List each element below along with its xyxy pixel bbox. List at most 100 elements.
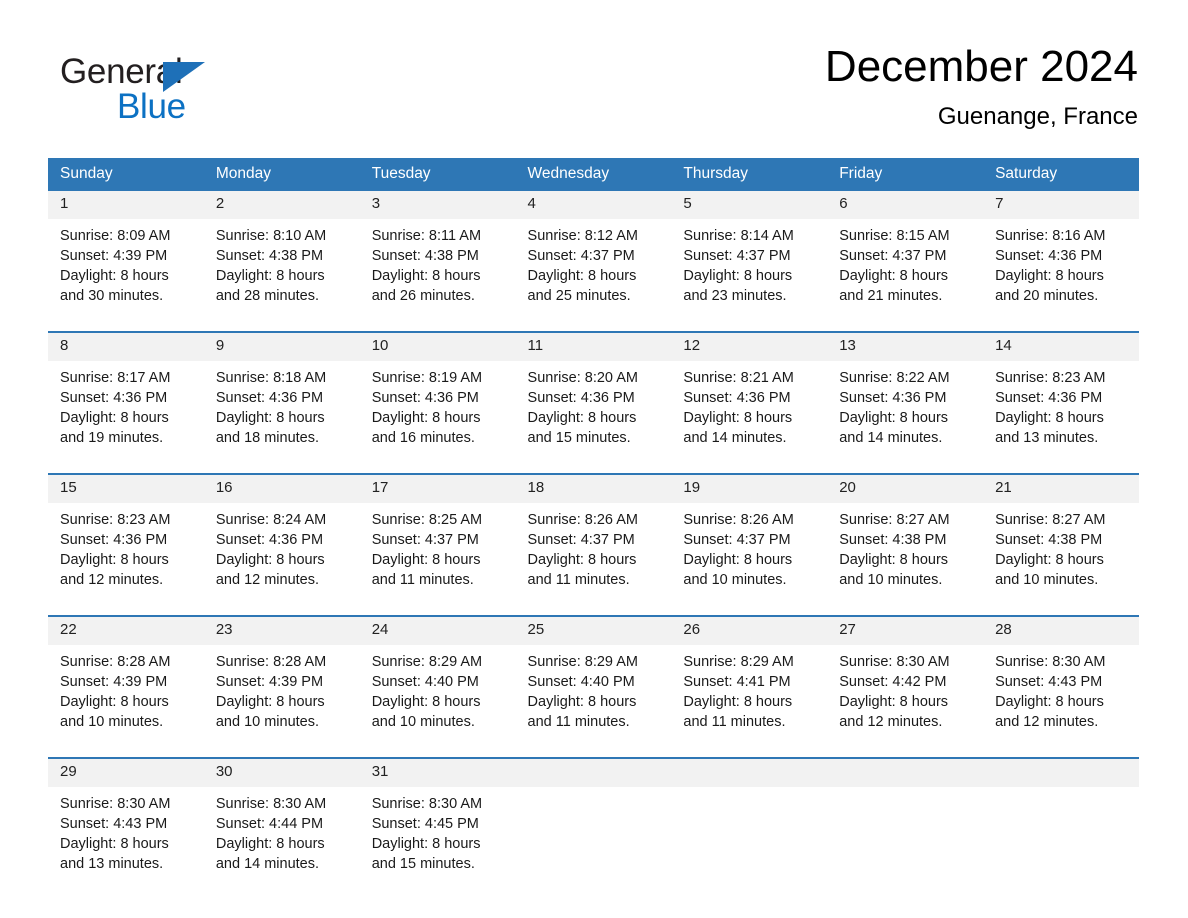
sunrise-text: Sunrise: 8:22 AM — [839, 370, 950, 386]
daylight-text-cont: and 11 minutes. — [527, 572, 630, 588]
sunset-text: Sunset: 4:36 PM — [839, 390, 947, 406]
day-cell-empty — [827, 787, 984, 899]
week-daynum-row: 1 2 3 4 5 6 7 — [48, 191, 1139, 219]
day-number[interactable]: 1 — [48, 191, 204, 219]
day-cell[interactable]: Sunrise: 8:20 AM Sunset: 4:36 PM Dayligh… — [515, 361, 672, 474]
daylight-text: Daylight: 8 hours — [527, 552, 637, 568]
day-number[interactable]: 21 — [983, 473, 1139, 503]
sunrise-text: Sunrise: 8:16 AM — [995, 228, 1106, 244]
day-number[interactable]: 10 — [359, 331, 516, 361]
day-number[interactable]: 27 — [827, 615, 984, 645]
daylight-text-cont: and 23 minutes. — [683, 288, 787, 304]
day-number[interactable]: 12 — [671, 331, 828, 361]
day-cell-empty — [515, 787, 672, 899]
day-cell[interactable]: Sunrise: 8:23 AM Sunset: 4:36 PM Dayligh… — [48, 503, 204, 616]
day-cell[interactable]: Sunrise: 8:30 AM Sunset: 4:42 PM Dayligh… — [827, 645, 984, 758]
day-number[interactable]: 2 — [203, 191, 360, 219]
day-cell[interactable]: Sunrise: 8:25 AM Sunset: 4:37 PM Dayligh… — [359, 503, 516, 616]
sunrise-text: Sunrise: 8:12 AM — [527, 228, 638, 244]
daylight-text: Daylight: 8 hours — [371, 268, 481, 284]
day-number[interactable]: 15 — [48, 473, 204, 503]
day-number[interactable]: 3 — [359, 191, 516, 219]
day-number[interactable]: 17 — [359, 473, 516, 503]
daylight-text: Daylight: 8 hours — [683, 410, 793, 426]
generalblue-logo[interactable]: General Blue — [60, 52, 320, 132]
day-cell[interactable]: Sunrise: 8:30 AM Sunset: 4:43 PM Dayligh… — [983, 645, 1139, 758]
day-cell[interactable]: Sunrise: 8:30 AM Sunset: 4:44 PM Dayligh… — [203, 787, 360, 899]
logo-text-blue: Blue — [117, 87, 186, 126]
day-number[interactable]: 7 — [983, 191, 1139, 219]
day-cell[interactable]: Sunrise: 8:24 AM Sunset: 4:36 PM Dayligh… — [203, 503, 360, 616]
weekday-header-friday: Friday — [827, 158, 984, 191]
daylight-text: Daylight: 8 hours — [371, 694, 481, 710]
day-number[interactable]: 31 — [359, 757, 516, 787]
sunset-text: Sunset: 4:38 PM — [371, 248, 479, 264]
day-number[interactable]: 24 — [359, 615, 516, 645]
daylight-text-cont: and 13 minutes. — [995, 430, 1099, 446]
day-number[interactable]: 26 — [671, 615, 828, 645]
day-number[interactable]: 28 — [983, 615, 1139, 645]
daylight-text: Daylight: 8 hours — [215, 552, 325, 568]
sunset-text: Sunset: 4:36 PM — [995, 390, 1103, 406]
day-cell[interactable]: Sunrise: 8:29 AM Sunset: 4:41 PM Dayligh… — [671, 645, 828, 758]
day-number[interactable]: 6 — [827, 191, 984, 219]
sunrise-text: Sunrise: 8:23 AM — [60, 512, 171, 528]
daylight-text: Daylight: 8 hours — [683, 694, 793, 710]
day-cell[interactable]: Sunrise: 8:15 AM Sunset: 4:37 PM Dayligh… — [827, 219, 984, 332]
sunset-text: Sunset: 4:41 PM — [683, 674, 791, 690]
daylight-text-cont: and 15 minutes. — [527, 430, 631, 446]
day-number[interactable]: 5 — [671, 191, 828, 219]
day-cell[interactable]: Sunrise: 8:27 AM Sunset: 4:38 PM Dayligh… — [983, 503, 1139, 616]
day-cell[interactable]: Sunrise: 8:10 AM Sunset: 4:38 PM Dayligh… — [203, 219, 360, 332]
day-cell[interactable]: Sunrise: 8:12 AM Sunset: 4:37 PM Dayligh… — [515, 219, 672, 332]
day-cell[interactable]: Sunrise: 8:19 AM Sunset: 4:36 PM Dayligh… — [359, 361, 516, 474]
day-number[interactable]: 14 — [983, 331, 1139, 361]
day-number[interactable]: 8 — [48, 331, 204, 361]
day-cell[interactable]: Sunrise: 8:28 AM Sunset: 4:39 PM Dayligh… — [48, 645, 204, 758]
day-number[interactable]: 9 — [203, 331, 360, 361]
weekday-header-monday: Monday — [203, 158, 360, 191]
day-cell[interactable]: Sunrise: 8:11 AM Sunset: 4:38 PM Dayligh… — [359, 219, 516, 332]
daylight-text-cont: and 11 minutes. — [683, 714, 786, 730]
sunrise-text: Sunrise: 8:09 AM — [60, 228, 171, 244]
day-cell[interactable]: Sunrise: 8:16 AM Sunset: 4:36 PM Dayligh… — [983, 219, 1139, 332]
day-number[interactable]: 13 — [827, 331, 984, 361]
day-cell[interactable]: Sunrise: 8:26 AM Sunset: 4:37 PM Dayligh… — [671, 503, 828, 616]
day-number[interactable]: 23 — [203, 615, 360, 645]
day-cell[interactable]: Sunrise: 8:30 AM Sunset: 4:43 PM Dayligh… — [48, 787, 204, 899]
daylight-text-cont: and 10 minutes. — [371, 714, 475, 730]
day-cell[interactable]: Sunrise: 8:29 AM Sunset: 4:40 PM Dayligh… — [515, 645, 672, 758]
day-number[interactable]: 29 — [48, 757, 204, 787]
calendar-page: General Blue December 2024 Guenange, Fra… — [0, 0, 1188, 918]
sunset-text: Sunset: 4:43 PM — [995, 674, 1103, 690]
day-cell[interactable]: Sunrise: 8:14 AM Sunset: 4:37 PM Dayligh… — [671, 219, 828, 332]
day-cell[interactable]: Sunrise: 8:18 AM Sunset: 4:36 PM Dayligh… — [203, 361, 360, 474]
day-cell[interactable]: Sunrise: 8:17 AM Sunset: 4:36 PM Dayligh… — [48, 361, 204, 474]
sunset-text: Sunset: 4:36 PM — [60, 532, 168, 548]
daylight-text: Daylight: 8 hours — [527, 694, 637, 710]
day-cell[interactable]: Sunrise: 8:28 AM Sunset: 4:39 PM Dayligh… — [203, 645, 360, 758]
day-number[interactable]: 25 — [515, 615, 672, 645]
day-cell[interactable]: Sunrise: 8:22 AM Sunset: 4:36 PM Dayligh… — [827, 361, 984, 474]
daylight-text: Daylight: 8 hours — [371, 410, 481, 426]
day-cell[interactable]: Sunrise: 8:27 AM Sunset: 4:38 PM Dayligh… — [827, 503, 984, 616]
day-cell[interactable]: Sunrise: 8:26 AM Sunset: 4:37 PM Dayligh… — [515, 503, 672, 616]
day-number[interactable]: 22 — [48, 615, 204, 645]
day-cell[interactable]: Sunrise: 8:30 AM Sunset: 4:45 PM Dayligh… — [359, 787, 516, 899]
day-number[interactable]: 16 — [203, 473, 360, 503]
day-cell[interactable]: Sunrise: 8:23 AM Sunset: 4:36 PM Dayligh… — [983, 361, 1139, 474]
sunset-text: Sunset: 4:37 PM — [683, 248, 791, 264]
day-number[interactable]: 30 — [203, 757, 360, 787]
day-cell[interactable]: Sunrise: 8:21 AM Sunset: 4:36 PM Dayligh… — [671, 361, 828, 474]
sunset-text: Sunset: 4:40 PM — [527, 674, 635, 690]
daylight-text: Daylight: 8 hours — [371, 836, 481, 852]
day-number[interactable]: 19 — [671, 473, 828, 503]
daylight-text-cont: and 25 minutes. — [527, 288, 631, 304]
day-cell[interactable]: Sunrise: 8:09 AM Sunset: 4:39 PM Dayligh… — [48, 219, 204, 332]
sunrise-text: Sunrise: 8:25 AM — [371, 512, 483, 528]
day-number[interactable]: 4 — [515, 191, 672, 219]
day-number[interactable]: 11 — [515, 331, 672, 361]
day-number[interactable]: 18 — [515, 473, 672, 503]
day-number[interactable]: 20 — [827, 473, 984, 503]
day-cell[interactable]: Sunrise: 8:29 AM Sunset: 4:40 PM Dayligh… — [359, 645, 516, 758]
